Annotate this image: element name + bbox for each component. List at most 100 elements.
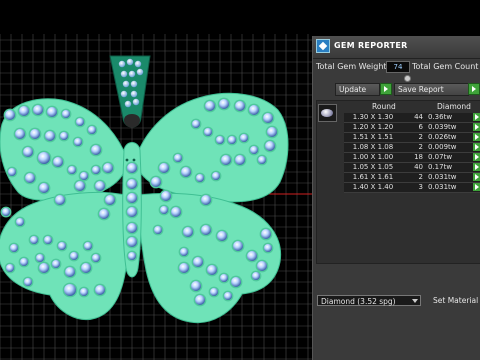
row-arrow-icon[interactable]	[473, 143, 480, 151]
gem-stone[interactable]	[191, 281, 201, 291]
gem-stone[interactable]	[70, 252, 78, 260]
panel-titlebar[interactable]: GEM REPORTER	[313, 36, 480, 59]
gem-stone[interactable]	[127, 223, 137, 233]
gem-stone[interactable]	[221, 155, 231, 165]
gem-stone[interactable]	[8, 168, 16, 176]
material-select[interactable]: Diamond (3.52 spg)	[317, 295, 421, 306]
gem-stone[interactable]	[6, 264, 14, 272]
set-material-button[interactable]: Set Material	[433, 296, 478, 305]
gem-stone[interactable]	[5, 110, 15, 120]
gem-stone[interactable]	[228, 136, 236, 144]
update-button[interactable]: Update	[335, 83, 380, 96]
3d-viewport[interactable]	[0, 0, 312, 360]
table-row[interactable]: 1.40 X 1.40 3 0.031tw	[344, 183, 480, 193]
gem-stone[interactable]	[20, 258, 28, 266]
gem-stone[interactable]	[45, 131, 55, 141]
gem-stone[interactable]	[127, 237, 137, 247]
gem-stone[interactable]	[181, 167, 191, 177]
table-row[interactable]: 1.08 X 1.08 2 0.009tw	[344, 143, 480, 153]
gem-stone[interactable]	[217, 231, 227, 241]
gem-stone[interactable]	[201, 195, 211, 205]
table-row[interactable]: 1.05 X 1.05 40 0.17tw	[344, 163, 480, 173]
gem-stone[interactable]	[91, 145, 101, 155]
gem-stone[interactable]	[204, 128, 212, 136]
gem-stone[interactable]	[16, 218, 24, 226]
gem-stone[interactable]	[64, 284, 76, 296]
row-arrow-icon[interactable]	[473, 153, 480, 161]
row-arrow-icon[interactable]	[473, 163, 480, 171]
save-report-button[interactable]: Save Report	[394, 83, 469, 96]
gem-stone[interactable]	[247, 251, 257, 261]
gem-stone[interactable]	[10, 244, 18, 252]
table-row[interactable]: 1.20 X 1.20 6 0.039tw	[344, 123, 480, 133]
gem-stone[interactable]	[47, 107, 57, 117]
gem-stone[interactable]	[60, 132, 68, 140]
gem-stone[interactable]	[265, 141, 275, 151]
gem-stone[interactable]	[15, 129, 25, 139]
gem-stone[interactable]	[180, 248, 188, 256]
gem-stone[interactable]	[36, 254, 44, 262]
gem-stone[interactable]	[160, 206, 168, 214]
table-row[interactable]: 1.00 X 1.00 18 0.07tw	[344, 153, 480, 163]
gem-stone[interactable]	[174, 154, 182, 162]
slider-handle[interactable]	[404, 75, 411, 82]
row-arrow-icon[interactable]	[473, 123, 480, 131]
gem-stone[interactable]	[235, 101, 245, 111]
gem-stone[interactable]	[76, 118, 84, 126]
gem-stone[interactable]	[38, 152, 50, 164]
gem-stone[interactable]	[65, 267, 75, 277]
gem-stone[interactable]	[212, 172, 220, 180]
total-gem-weight-value[interactable]: 74	[386, 61, 410, 73]
gem-stone[interactable]	[62, 110, 70, 118]
gem-stone[interactable]	[99, 209, 109, 219]
gem-stone[interactable]	[257, 261, 267, 271]
update-arrow-icon[interactable]	[380, 83, 392, 95]
gem-stone[interactable]	[75, 181, 85, 191]
gem-stone[interactable]	[267, 127, 277, 137]
save-report-arrow-icon[interactable]	[468, 83, 480, 95]
gem-stone[interactable]	[68, 166, 76, 174]
viewport-canvas[interactable]	[0, 0, 312, 360]
gem-stone[interactable]	[127, 193, 137, 203]
row-arrow-icon[interactable]	[473, 173, 480, 181]
gem-stone[interactable]	[95, 285, 105, 295]
gem-stone[interactable]	[44, 236, 52, 244]
table-row[interactable]: 1.30 X 1.30 44 0.36tw	[344, 113, 480, 123]
gem-stone[interactable]	[205, 101, 215, 111]
gem-stone[interactable]	[39, 183, 49, 193]
gem-stone[interactable]	[219, 99, 229, 109]
gem-stone[interactable]	[127, 207, 137, 217]
gem-stone[interactable]	[159, 163, 169, 173]
gem-stone[interactable]	[240, 134, 248, 142]
row-arrow-icon[interactable]	[473, 113, 480, 121]
gem-stone[interactable]	[74, 138, 82, 146]
gem-stone[interactable]	[53, 157, 63, 167]
gem-stone[interactable]	[55, 195, 65, 205]
gem-stone[interactable]	[33, 105, 43, 115]
gem-stone[interactable]	[30, 129, 40, 139]
gem-stone[interactable]	[220, 274, 228, 282]
gem-stone[interactable]	[92, 254, 100, 262]
gem-stone[interactable]	[24, 278, 32, 286]
gem-stone[interactable]	[25, 173, 35, 183]
gem-stone[interactable]	[258, 156, 266, 164]
gem-stone[interactable]	[2, 208, 10, 216]
gem-stone[interactable]	[39, 263, 49, 273]
gem-stone[interactable]	[103, 163, 113, 173]
table-row[interactable]: 1.51 X 1.51 2 0.026tw	[344, 133, 480, 143]
gem-stone[interactable]	[58, 242, 66, 250]
gem-stone[interactable]	[127, 179, 137, 189]
gem-stone[interactable]	[105, 195, 115, 205]
gem-stone[interactable]	[19, 106, 29, 116]
table-row[interactable]: 1.61 X 1.61 2 0.031tw	[344, 173, 480, 183]
gem-stone[interactable]	[192, 120, 200, 128]
gem-stone[interactable]	[193, 257, 203, 267]
gem-stone[interactable]	[151, 177, 161, 187]
gem-stone[interactable]	[235, 155, 245, 165]
gem-stone[interactable]	[183, 227, 193, 237]
gem-stone[interactable]	[80, 172, 88, 180]
gem-stone[interactable]	[207, 265, 217, 275]
gem-stone[interactable]	[210, 288, 218, 296]
gem-stone[interactable]	[231, 277, 241, 287]
row-arrow-icon[interactable]	[473, 183, 480, 191]
